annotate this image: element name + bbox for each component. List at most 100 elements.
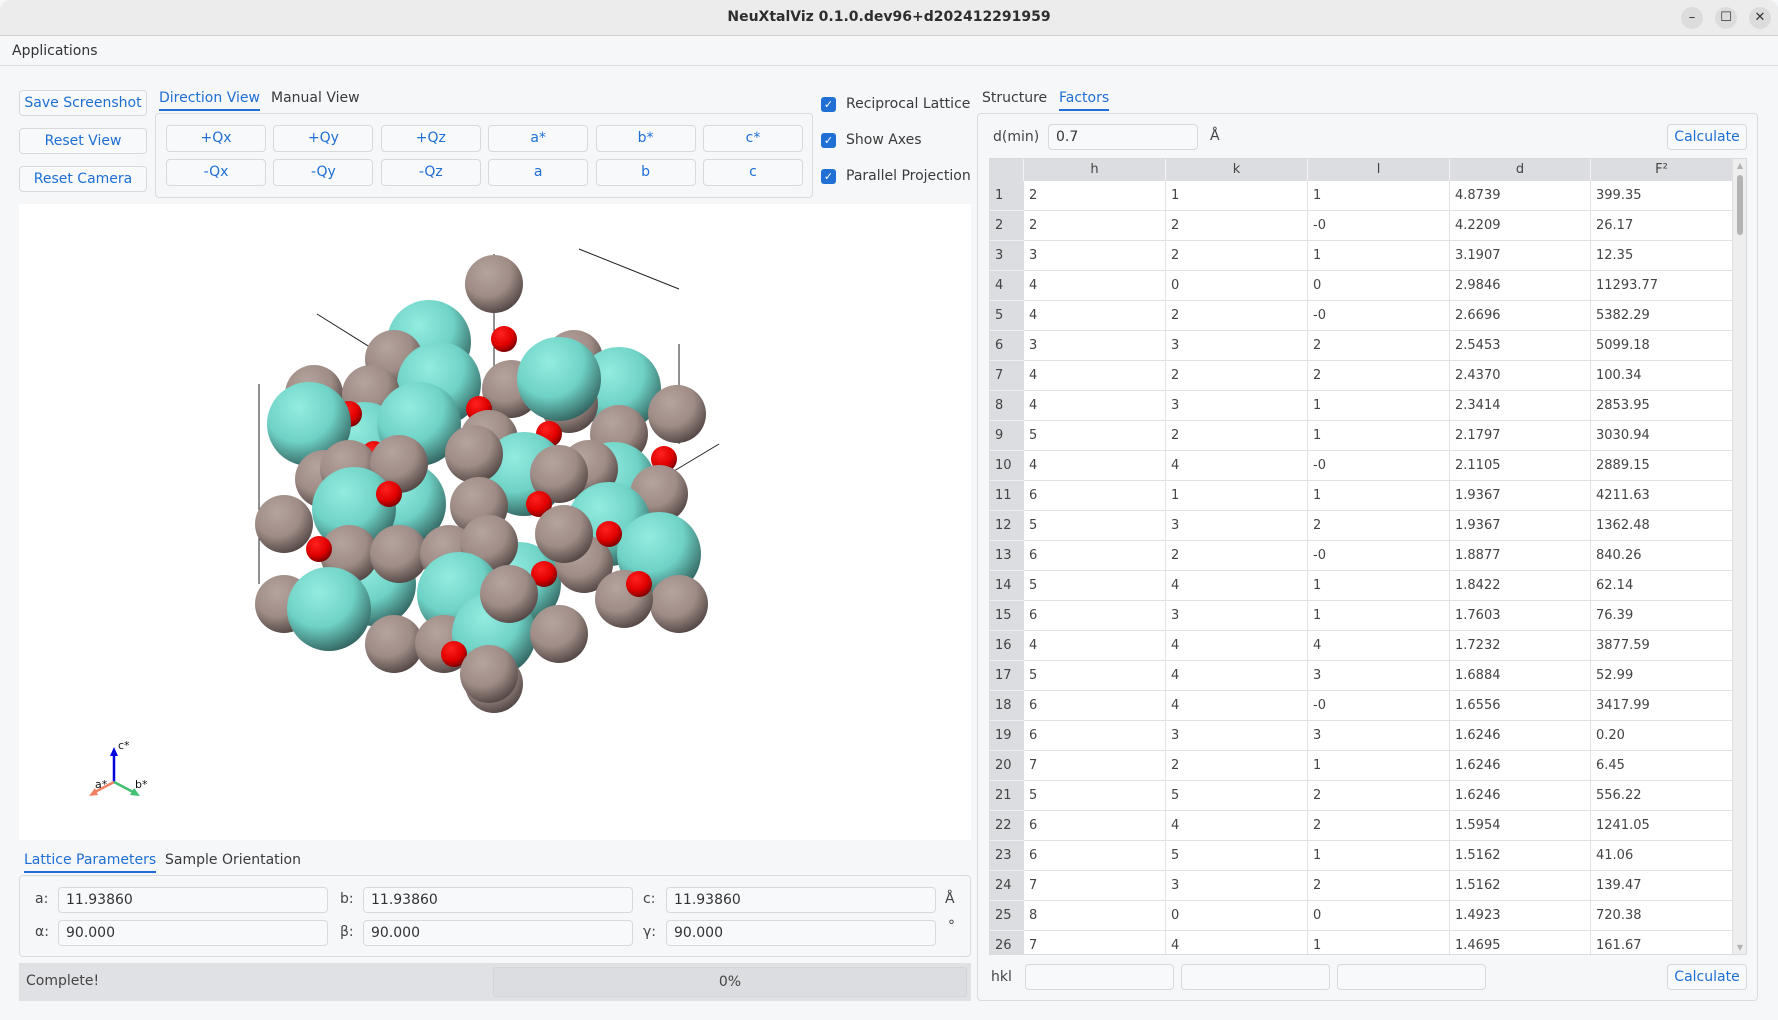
- show-axes-checkbox[interactable]: ✓ Show Axes: [821, 130, 922, 150]
- row-header[interactable]: 8: [990, 391, 1024, 421]
- tab-lattice-parameters[interactable]: Lattice Parameters: [24, 852, 157, 873]
- table-cell-f2[interactable]: 52.99: [1591, 661, 1733, 691]
- row-header[interactable]: 11: [990, 481, 1024, 511]
- tab-sample-orientation[interactable]: Sample Orientation: [165, 852, 301, 871]
- table-cell-k[interactable]: 5: [1166, 781, 1308, 811]
- calculate-factors-button[interactable]: Calculate: [1667, 124, 1747, 150]
- table-cell-k[interactable]: 4: [1166, 631, 1308, 661]
- column-header-l[interactable]: l: [1308, 159, 1450, 181]
- table-cell-l[interactable]: 2: [1308, 511, 1450, 541]
- table-cell-h[interactable]: 2: [1024, 181, 1166, 211]
- row-header[interactable]: 4: [990, 271, 1024, 301]
- table-cell-f2[interactable]: 62.14: [1591, 571, 1733, 601]
- table-cell-l[interactable]: -0: [1308, 691, 1450, 721]
- hkl-k-input[interactable]: [1181, 964, 1330, 990]
- direction-button-plusminus-qz[interactable]: +Qz: [380, 125, 481, 152]
- lattice-a-input[interactable]: [58, 887, 328, 913]
- table-row[interactable]: 4 4 0 0 2.9846 11293.77: [990, 271, 1733, 301]
- table-cell-d[interactable]: 1.6246: [1450, 721, 1591, 751]
- table-cell-l[interactable]: -0: [1308, 541, 1450, 571]
- table-cell-f2[interactable]: 100.34: [1591, 361, 1733, 391]
- table-row[interactable]: 26 7 4 1 1.4695 161.67: [990, 931, 1733, 954]
- row-header[interactable]: 19: [990, 721, 1024, 751]
- table-cell-l[interactable]: 2: [1308, 811, 1450, 841]
- scrollbar-thumb[interactable]: [1737, 175, 1743, 235]
- lattice-b-input[interactable]: [363, 887, 633, 913]
- table-cell-d[interactable]: 1.7232: [1450, 631, 1591, 661]
- table-cell-h[interactable]: 4: [1024, 301, 1166, 331]
- hkl-h-input[interactable]: [1025, 964, 1174, 990]
- table-row[interactable]: 12 5 3 2 1.9367 1362.48: [990, 511, 1733, 541]
- row-header[interactable]: 15: [990, 601, 1024, 631]
- table-row[interactable]: 18 6 4 -0 1.6556 3417.99: [990, 691, 1733, 721]
- close-button[interactable]: ✕: [1749, 7, 1771, 29]
- direction-button-cminus-star[interactable]: c*: [703, 125, 803, 152]
- table-cell-h[interactable]: 5: [1024, 511, 1166, 541]
- table-cell-d[interactable]: 1.5162: [1450, 871, 1591, 901]
- table-cell-h[interactable]: 5: [1024, 781, 1166, 811]
- table-cell-d[interactable]: 1.6556: [1450, 691, 1591, 721]
- parallel-projection-checkbox[interactable]: ✓ Parallel Projection: [821, 166, 971, 186]
- table-cell-h[interactable]: 4: [1024, 271, 1166, 301]
- table-cell-l[interactable]: 1: [1308, 601, 1450, 631]
- table-row[interactable]: 17 5 4 3 1.6884 52.99: [990, 661, 1733, 691]
- row-header[interactable]: 16: [990, 631, 1024, 661]
- table-cell-k[interactable]: 3: [1166, 331, 1308, 361]
- table-cell-d[interactable]: 1.8422: [1450, 571, 1591, 601]
- row-header[interactable]: 17: [990, 661, 1024, 691]
- table-cell-d[interactable]: 1.6884: [1450, 661, 1591, 691]
- direction-button-minus-qx[interactable]: -Qx: [166, 159, 266, 186]
- table-cell-h[interactable]: 7: [1024, 871, 1166, 901]
- row-header[interactable]: 10: [990, 451, 1024, 481]
- tab-manual-view[interactable]: Manual View: [271, 90, 360, 109]
- table-cell-k[interactable]: 2: [1166, 361, 1308, 391]
- reset-view-button[interactable]: Reset View: [19, 128, 147, 154]
- table-row[interactable]: 8 4 3 1 2.3414 2853.95: [990, 391, 1733, 421]
- row-header[interactable]: 1: [990, 181, 1024, 211]
- calculate-hkl-button[interactable]: Calculate: [1667, 964, 1747, 990]
- table-cell-l[interactable]: -0: [1308, 301, 1450, 331]
- table-cell-k[interactable]: 1: [1166, 481, 1308, 511]
- table-cell-k[interactable]: 4: [1166, 661, 1308, 691]
- table-cell-l[interactable]: 0: [1308, 271, 1450, 301]
- table-cell-l[interactable]: 2: [1308, 331, 1450, 361]
- table-cell-d[interactable]: 2.9846: [1450, 271, 1591, 301]
- lattice-alpha-input[interactable]: [58, 920, 328, 946]
- table-cell-k[interactable]: 4: [1166, 571, 1308, 601]
- table-cell-h[interactable]: 6: [1024, 481, 1166, 511]
- table-cell-l[interactable]: 2: [1308, 871, 1450, 901]
- crystal-3d-viewport[interactable]: c* a* b*: [19, 204, 971, 840]
- table-cell-h[interactable]: 6: [1024, 601, 1166, 631]
- table-cell-d[interactable]: 1.4923: [1450, 901, 1591, 931]
- table-cell-k[interactable]: 5: [1166, 841, 1308, 871]
- table-cell-l[interactable]: 1: [1308, 571, 1450, 601]
- table-cell-f2[interactable]: 3417.99: [1591, 691, 1733, 721]
- table-cell-k[interactable]: 3: [1166, 391, 1308, 421]
- row-header[interactable]: 26: [990, 931, 1024, 954]
- row-header[interactable]: 18: [990, 691, 1024, 721]
- table-row[interactable]: 20 7 2 1 1.6246 6.45: [990, 751, 1733, 781]
- table-cell-k[interactable]: 3: [1166, 601, 1308, 631]
- table-cell-d[interactable]: 1.5162: [1450, 841, 1591, 871]
- table-cell-d[interactable]: 1.9367: [1450, 481, 1591, 511]
- table-cell-h[interactable]: 4: [1024, 391, 1166, 421]
- direction-button-bminus-star[interactable]: b*: [595, 125, 696, 152]
- lattice-beta-input[interactable]: [363, 920, 633, 946]
- table-row[interactable]: 1 2 1 1 4.8739 399.35: [990, 181, 1733, 211]
- table-cell-h[interactable]: 6: [1024, 541, 1166, 571]
- table-row[interactable]: 5 4 2 -0 2.6696 5382.29: [990, 301, 1733, 331]
- column-header-f2[interactable]: F²: [1591, 159, 1733, 181]
- table-cell-d[interactable]: 4.2209: [1450, 211, 1591, 241]
- table-cell-k[interactable]: 2: [1166, 241, 1308, 271]
- table-cell-d[interactable]: 2.4370: [1450, 361, 1591, 391]
- table-cell-k[interactable]: 4: [1166, 931, 1308, 954]
- table-cell-l[interactable]: -0: [1308, 451, 1450, 481]
- table-cell-d[interactable]: 4.8739: [1450, 181, 1591, 211]
- table-cell-l[interactable]: 2: [1308, 361, 1450, 391]
- table-cell-h[interactable]: 5: [1024, 421, 1166, 451]
- table-cell-f2[interactable]: 11293.77: [1591, 271, 1733, 301]
- table-cell-k[interactable]: 2: [1166, 301, 1308, 331]
- dmin-input[interactable]: [1048, 124, 1198, 150]
- direction-button-plusminus-qx[interactable]: +Qx: [166, 125, 266, 152]
- table-cell-f2[interactable]: 6.45: [1591, 751, 1733, 781]
